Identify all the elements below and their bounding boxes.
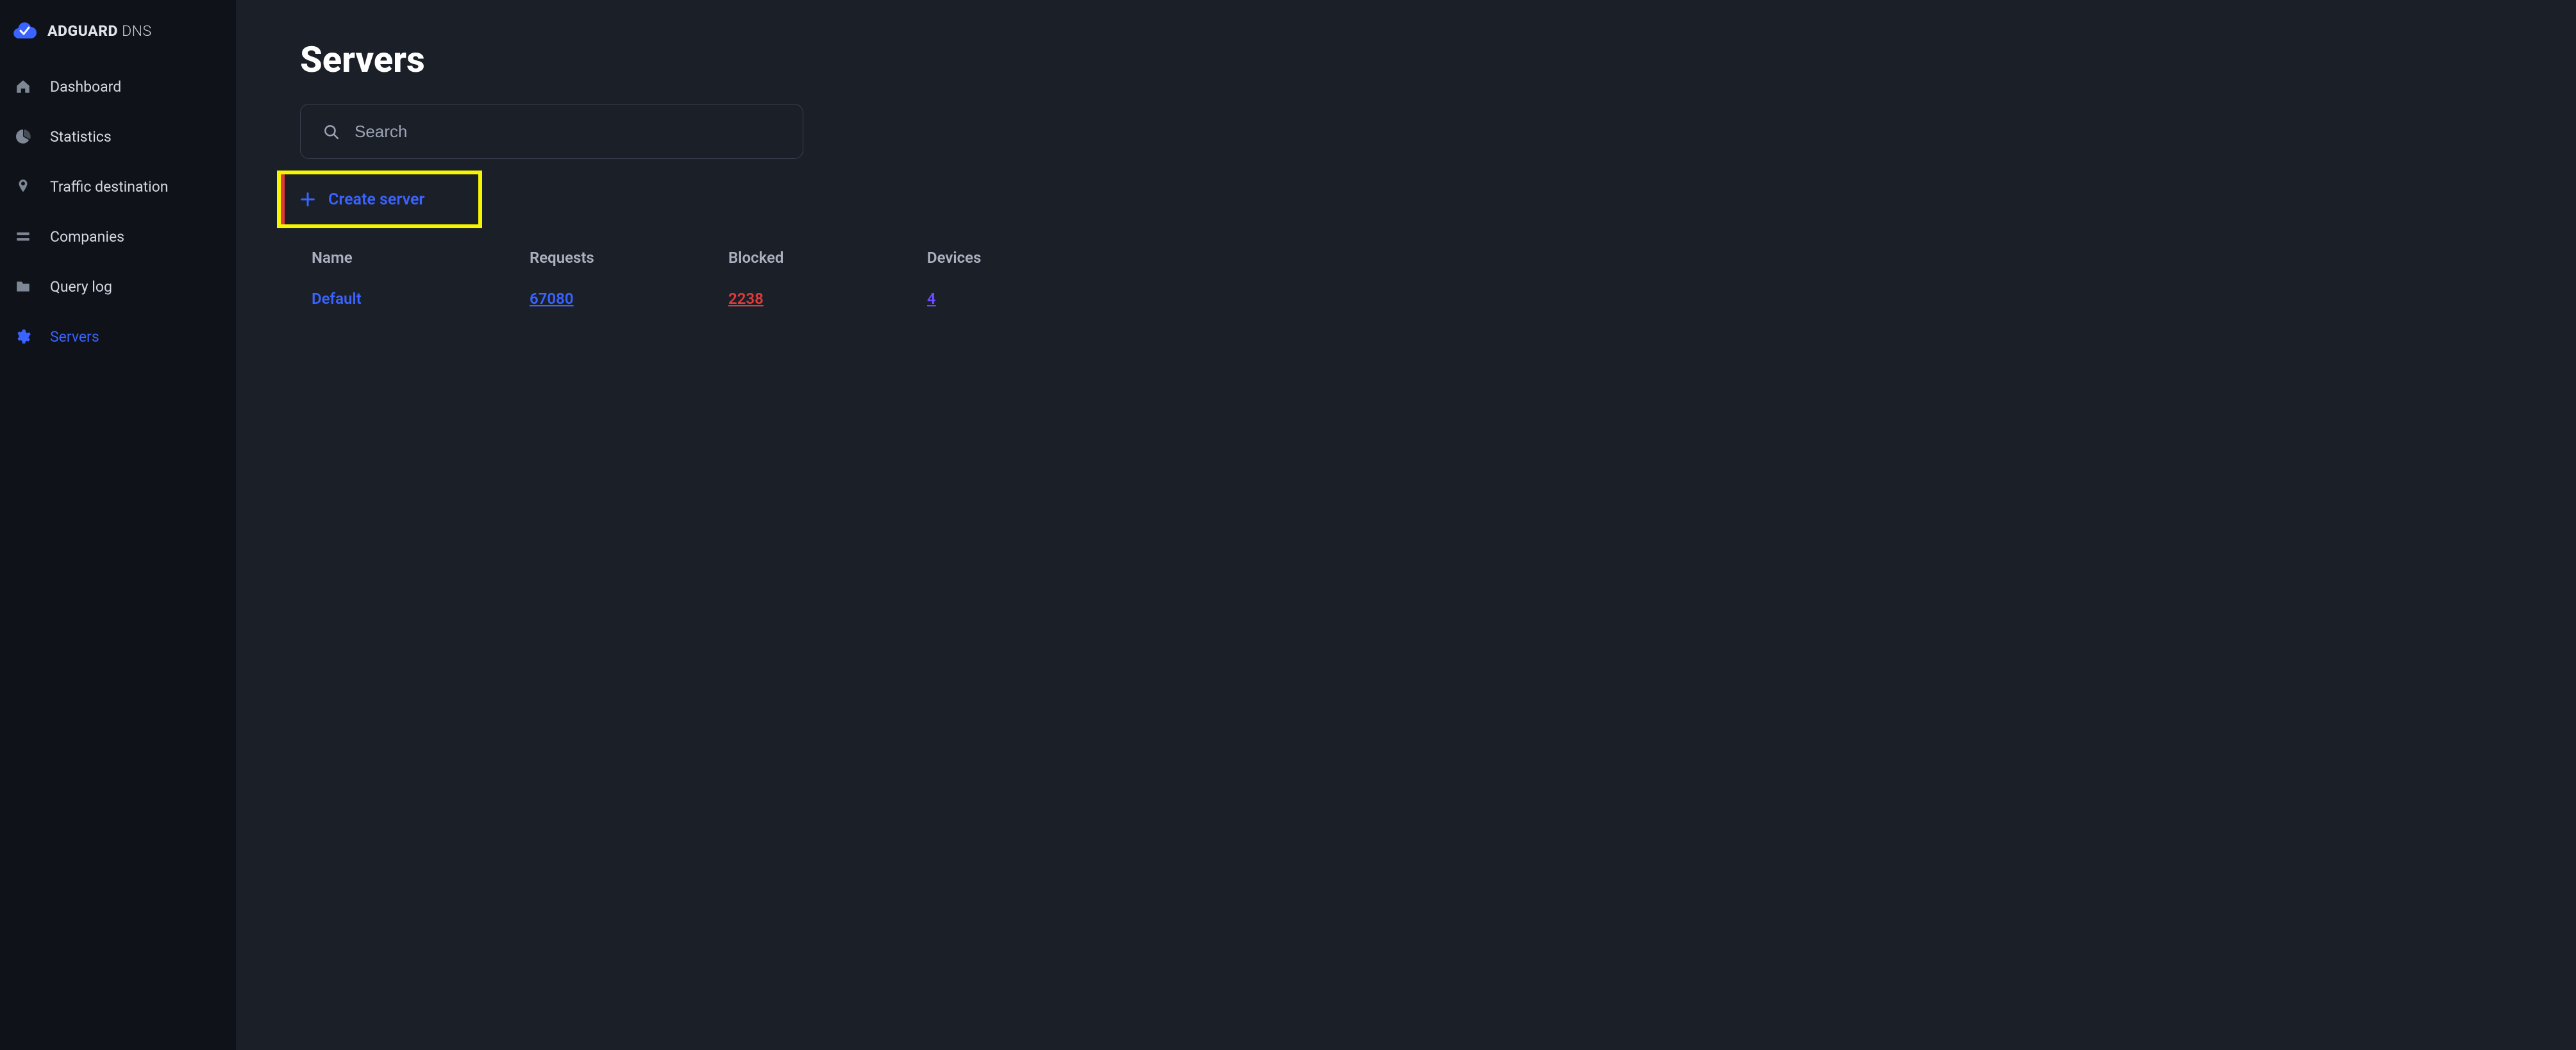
sidebar-item-label: Statistics — [50, 128, 112, 146]
plus-icon — [299, 190, 317, 208]
sidebar-item-servers[interactable]: Servers — [0, 312, 236, 362]
sidebar-item-traffic-destination[interactable]: Traffic destination — [0, 162, 236, 212]
col-header-name: Name — [312, 249, 530, 267]
pin-icon — [14, 178, 32, 196]
sidebar-item-label: Query log — [50, 278, 112, 296]
sidebar-item-companies[interactable]: Companies — [0, 212, 236, 262]
col-header-blocked: Blocked — [728, 249, 927, 267]
create-server-button[interactable]: Create server — [285, 174, 478, 224]
table-header-row: Name Requests Blocked Devices — [300, 242, 992, 273]
brand-text-bold: ADGUARD — [47, 22, 118, 40]
search-box[interactable] — [300, 104, 803, 159]
create-server-label: Create server — [328, 190, 424, 209]
sidebar-item-statistics[interactable]: Statistics — [0, 112, 236, 162]
col-header-devices: Devices — [927, 249, 1004, 267]
search-icon — [322, 123, 339, 140]
table-row: Default 67080 2238 4 — [300, 273, 992, 324]
brand-text: ADGUARD DNS — [47, 22, 152, 40]
gear-icon — [14, 328, 32, 346]
main-content: Servers Create server Name Requests Bloc… — [236, 0, 2576, 1050]
page-title: Servers — [300, 38, 2576, 81]
list-icon — [14, 228, 32, 246]
brand-text-thin: DNS — [118, 22, 152, 40]
folder-icon — [14, 278, 32, 296]
sidebar-item-dashboard[interactable]: Dashboard — [0, 62, 236, 112]
sidebar-item-query-log[interactable]: Query log — [0, 262, 236, 312]
server-requests-link[interactable]: 67080 — [530, 290, 728, 308]
sidebar-item-label: Dashboard — [50, 78, 121, 96]
sidebar-item-label: Servers — [50, 328, 99, 346]
server-name-link[interactable]: Default — [312, 290, 530, 308]
sidebar: ADGUARD DNS Dashboard Statistics — [0, 0, 236, 1050]
sidebar-item-label: Traffic destination — [50, 178, 168, 196]
pie-icon — [14, 128, 32, 146]
server-devices-link[interactable]: 4 — [927, 290, 1004, 308]
sidebar-nav: Dashboard Statistics Traffic destination… — [0, 62, 236, 362]
app-root: ADGUARD DNS Dashboard Statistics — [0, 0, 2576, 1050]
home-icon — [14, 78, 32, 96]
server-blocked-link[interactable]: 2238 — [728, 290, 927, 308]
search-input[interactable] — [355, 122, 781, 142]
create-server-highlight: Create server — [277, 171, 482, 228]
col-header-requests: Requests — [530, 249, 728, 267]
brand[interactable]: ADGUARD DNS — [0, 18, 236, 62]
brand-cloud-icon — [12, 18, 37, 44]
servers-table: Name Requests Blocked Devices Default 67… — [300, 242, 992, 324]
sidebar-item-label: Companies — [50, 228, 124, 246]
